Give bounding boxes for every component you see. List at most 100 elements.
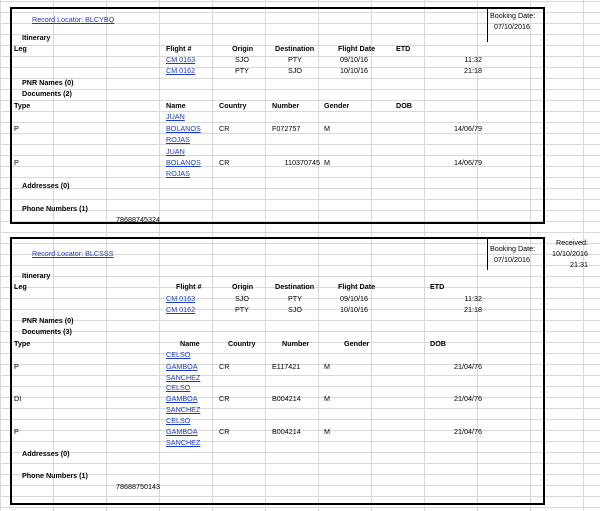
record-locator-link[interactable]: Record Locator: BLCYBQ — [32, 15, 114, 24]
doc-dob-cell: 21/04/76 — [454, 427, 482, 436]
doc-name-link[interactable]: BOLANOS — [166, 124, 201, 133]
doc-type-cell: DI — [14, 394, 22, 403]
destination-cell: SJO — [288, 305, 302, 314]
destination-header: Destination — [275, 282, 315, 291]
doc-name-link[interactable]: GAMBOA — [166, 362, 198, 371]
destination-cell: SJO — [288, 66, 302, 75]
flight-link[interactable]: CM 0162 — [166, 66, 195, 75]
doc-name-link[interactable]: ROJAS — [166, 169, 190, 178]
doc-gender-cell: M — [324, 427, 330, 436]
name-header: Name — [180, 339, 200, 348]
doc-name-link[interactable]: GAMBOA — [166, 427, 198, 436]
booking-divider — [487, 239, 488, 270]
doc-name-link[interactable]: SANCHEZ — [166, 438, 200, 447]
doc-country-cell: CR — [219, 394, 230, 403]
record-locator-link[interactable]: Record Locator: BLCSSS — [32, 249, 114, 258]
itinerary-label: Itinerary — [22, 271, 51, 280]
doc-type-cell: P — [14, 427, 19, 436]
destination-header: Destination — [275, 44, 315, 53]
doc-number-cell: 110370745 — [284, 158, 320, 167]
flight-header: Flight # — [166, 44, 192, 53]
origin-header: Origin — [232, 282, 254, 291]
doc-gender-cell: M — [324, 158, 330, 167]
pnr-names-label: PNR Names (0) — [22, 78, 74, 87]
doc-type-cell: P — [14, 362, 19, 371]
record-block-1 — [10, 7, 545, 224]
destination-cell: PTY — [288, 55, 302, 64]
doc-dob-cell: 14/06/79 — [454, 158, 482, 167]
destination-cell: PTY — [288, 294, 302, 303]
phone-numbers-label: Phone Numbers (1) — [22, 471, 88, 480]
received-time: 21:31 — [570, 260, 588, 269]
name-header: Name — [166, 101, 186, 110]
flight-link[interactable]: CM 0163 — [166, 294, 195, 303]
doc-name-link[interactable]: CELSO — [166, 350, 190, 359]
phone-number-value: 78688745324 — [116, 215, 160, 224]
flight-date-header: Flight Date — [338, 44, 376, 53]
flight-date-cell: 09/10/16 — [340, 55, 368, 64]
flight-date-cell: 10/10/16 — [340, 305, 368, 314]
country-header: Country — [228, 339, 256, 348]
flight-header: Flight # — [176, 282, 202, 291]
leg-header: Leg — [14, 282, 27, 291]
origin-cell: SJO — [235, 55, 249, 64]
addresses-label: Addresses (0) — [22, 449, 70, 458]
phone-number-value: 78688750143 — [116, 482, 160, 491]
doc-name-link[interactable]: ROJAS — [166, 135, 190, 144]
doc-name-link[interactable]: CELSO — [166, 416, 190, 425]
received-date: 10/10/2016 — [552, 249, 588, 258]
flight-date-header: Flight Date — [338, 282, 376, 291]
doc-name-link[interactable]: JUAN — [166, 112, 185, 121]
doc-name-link[interactable]: SANCHEZ — [166, 405, 200, 414]
addresses-label: Addresses (0) — [22, 181, 70, 190]
doc-type-cell: P — [14, 158, 19, 167]
doc-dob-cell: 14/06/79 — [454, 124, 482, 133]
origin-cell: PTY — [235, 305, 249, 314]
country-header: Country — [219, 101, 247, 110]
doc-gender-cell: M — [324, 394, 330, 403]
doc-name-link[interactable]: BOLANOS — [166, 158, 201, 167]
record-block-2 — [10, 237, 545, 505]
origin-cell: PTY — [235, 66, 249, 75]
type-header: Type — [14, 101, 31, 110]
etd-cell: 11:32 — [464, 55, 482, 64]
gender-header: Gender — [324, 101, 350, 110]
doc-dob-cell: 21/04/76 — [454, 362, 482, 371]
flight-link[interactable]: CM 0162 — [166, 305, 195, 314]
dob-header: DOB — [396, 101, 412, 110]
itinerary-label: Itinerary — [22, 33, 51, 42]
etd-cell: 21:18 — [464, 66, 482, 75]
booking-date-label: Booking Date: — [490, 11, 536, 20]
flight-date-cell: 10/10/16 — [340, 66, 368, 75]
number-header: Number — [272, 101, 300, 110]
doc-number-cell: F072757 — [272, 124, 301, 133]
doc-name-link[interactable]: GAMBOA — [166, 394, 198, 403]
doc-country-cell: CR — [219, 158, 230, 167]
doc-dob-cell: 21/04/76 — [454, 394, 482, 403]
leg-header: Leg — [14, 44, 27, 53]
booking-date-value: 07/10/2016 — [494, 255, 530, 264]
etd-cell: 21:18 — [464, 305, 482, 314]
origin-header: Origin — [232, 44, 254, 53]
etd-cell: 11:32 — [464, 294, 482, 303]
received-label: Received: — [556, 238, 588, 247]
type-header: Type — [14, 339, 31, 348]
doc-gender-cell: M — [324, 124, 330, 133]
doc-name-link[interactable]: SANCHEZ — [166, 373, 200, 382]
documents-label: Documents (2) — [22, 89, 72, 98]
etd-header: ETD — [430, 282, 445, 291]
doc-number-cell: B004214 — [272, 394, 301, 403]
doc-type-cell: P — [14, 124, 19, 133]
flight-link[interactable]: CM 0163 — [166, 55, 195, 64]
doc-name-link[interactable]: CELSO — [166, 383, 190, 392]
origin-cell: SJO — [235, 294, 249, 303]
documents-label: Documents (3) — [22, 327, 72, 336]
dob-header: DOB — [430, 339, 446, 348]
pnr-names-label: PNR Names (0) — [22, 316, 74, 325]
booking-date-value: 07/10/2016 — [494, 22, 530, 31]
number-header: Number — [282, 339, 310, 348]
phone-numbers-label: Phone Numbers (1) — [22, 204, 88, 213]
doc-name-link[interactable]: JUAN — [166, 147, 185, 156]
booking-date-label: Booking Date: — [490, 244, 536, 253]
gender-header: Gender — [344, 339, 370, 348]
